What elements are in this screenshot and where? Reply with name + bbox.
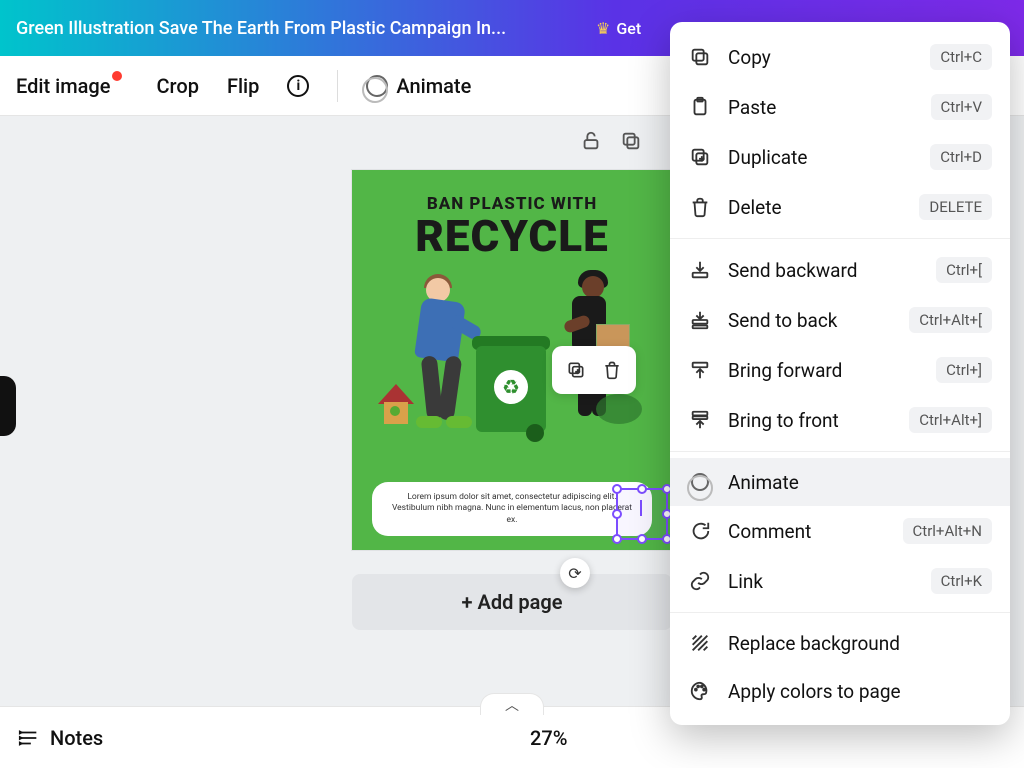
menu-shortcut: Ctrl+Alt+[ <box>909 307 992 333</box>
menu-label: Comment <box>728 520 887 543</box>
duplicate-page-icon[interactable] <box>618 128 644 154</box>
menu-copy[interactable]: Copy Ctrl+C <box>670 32 1010 82</box>
menu-separator <box>670 238 1010 239</box>
menu-label: Paste <box>728 96 915 119</box>
send-to-back-icon <box>688 308 712 332</box>
menu-shortcut: Ctrl+D <box>930 144 992 170</box>
bring-forward-icon <box>688 358 712 382</box>
copy-icon <box>688 45 712 69</box>
text-cursor <box>640 500 642 516</box>
animate-button[interactable]: Animate <box>366 74 471 98</box>
comment-icon <box>688 519 712 543</box>
menu-send-backward[interactable]: Send backward Ctrl+[ <box>670 245 1010 295</box>
design-title: RECYCLE <box>415 210 609 262</box>
menu-delete[interactable]: Delete DELETE <box>670 182 1010 232</box>
menu-label: Apply colors to page <box>728 680 992 703</box>
menu-separator <box>670 451 1010 452</box>
animate-icon <box>688 470 712 494</box>
get-pro-label: Get <box>616 19 641 38</box>
link-icon <box>688 569 712 593</box>
hatch-icon <box>688 631 712 655</box>
animate-icon <box>366 75 388 97</box>
delete-element-button[interactable] <box>594 352 630 388</box>
flip-button[interactable]: Flip <box>227 74 259 98</box>
info-button[interactable]: i <box>287 75 309 97</box>
get-pro-button[interactable]: ♛ Get <box>596 19 641 38</box>
menu-shortcut: Ctrl+C <box>930 44 992 70</box>
palette-icon <box>688 679 712 703</box>
notes-icon <box>18 727 40 749</box>
menu-label: Duplicate <box>728 146 914 169</box>
menu-link[interactable]: Link Ctrl+K <box>670 556 1010 606</box>
menu-shortcut: Ctrl+] <box>936 357 992 383</box>
resize-handle-nw[interactable] <box>612 484 622 494</box>
page-controls <box>578 128 644 154</box>
menu-shortcut: DELETE <box>919 194 992 220</box>
resize-handle-s[interactable] <box>637 534 647 544</box>
zoom-level[interactable]: 27% <box>530 726 567 750</box>
resize-handle-n[interactable] <box>637 484 647 494</box>
menu-duplicate[interactable]: Duplicate Ctrl+D <box>670 132 1010 182</box>
menu-label: Replace background <box>728 632 992 655</box>
resize-handle-w[interactable] <box>612 509 622 519</box>
bring-to-front-icon <box>688 408 712 432</box>
menu-label: Link <box>728 570 915 593</box>
menu-bring-forward[interactable]: Bring forward Ctrl+] <box>670 345 1010 395</box>
menu-label: Bring to front <box>728 409 893 432</box>
new-feature-dot-icon <box>112 71 122 81</box>
toolbar-divider <box>337 70 338 102</box>
notes-button[interactable]: Notes <box>18 726 103 750</box>
design-body-text[interactable]: Lorem ipsum dolor sit amet, consectetur … <box>372 482 652 536</box>
context-menu: Copy Ctrl+C Paste Ctrl+V Duplicate Ctrl+… <box>670 22 1010 725</box>
selection-box[interactable] <box>616 488 668 540</box>
paste-icon <box>688 95 712 119</box>
menu-shortcut: Ctrl+V <box>931 94 992 120</box>
duplicate-icon <box>688 145 712 169</box>
menu-label: Copy <box>728 46 914 69</box>
menu-label: Animate <box>728 471 992 494</box>
trash-icon <box>688 195 712 219</box>
document-title[interactable]: Green Illustration Save The Earth From P… <box>16 18 576 39</box>
send-backward-icon <box>688 258 712 282</box>
lock-icon[interactable] <box>578 128 604 154</box>
menu-label: Bring forward <box>728 359 920 382</box>
menu-replace-background[interactable]: Replace background <box>670 619 1010 667</box>
menu-separator <box>670 612 1010 613</box>
sync-status-icon[interactable]: ⟳ <box>560 558 590 588</box>
crop-button[interactable]: Crop <box>156 74 198 98</box>
menu-label: Send to back <box>728 309 893 332</box>
menu-send-to-back[interactable]: Send to back Ctrl+Alt+[ <box>670 295 1010 345</box>
side-panel-handle[interactable] <box>0 376 16 436</box>
menu-label: Delete <box>728 196 903 219</box>
expand-panel-handle[interactable]: ︿ <box>480 693 544 715</box>
menu-paste[interactable]: Paste Ctrl+V <box>670 82 1010 132</box>
edit-image-button[interactable]: Edit image <box>16 74 128 98</box>
duplicate-element-button[interactable] <box>558 352 594 388</box>
menu-bring-to-front[interactable]: Bring to front Ctrl+Alt+] <box>670 395 1010 445</box>
notes-label: Notes <box>50 726 103 750</box>
menu-shortcut: Ctrl+Alt+] <box>909 407 992 433</box>
menu-shortcut: Ctrl+[ <box>936 257 992 283</box>
resize-handle-sw[interactable] <box>612 534 622 544</box>
recycle-icon: ♻ <box>494 370 528 404</box>
menu-comment[interactable]: Comment Ctrl+Alt+N <box>670 506 1010 556</box>
menu-shortcut: Ctrl+K <box>931 568 992 594</box>
info-icon: i <box>287 75 309 97</box>
menu-animate[interactable]: Animate <box>670 458 1010 506</box>
menu-apply-colors[interactable]: Apply colors to page <box>670 667 1010 715</box>
floating-element-actions <box>552 346 636 394</box>
crown-icon: ♛ <box>596 19 610 38</box>
add-page-button[interactable]: + Add page <box>352 574 672 630</box>
menu-label: Send backward <box>728 259 920 282</box>
menu-shortcut: Ctrl+Alt+N <box>903 518 992 544</box>
